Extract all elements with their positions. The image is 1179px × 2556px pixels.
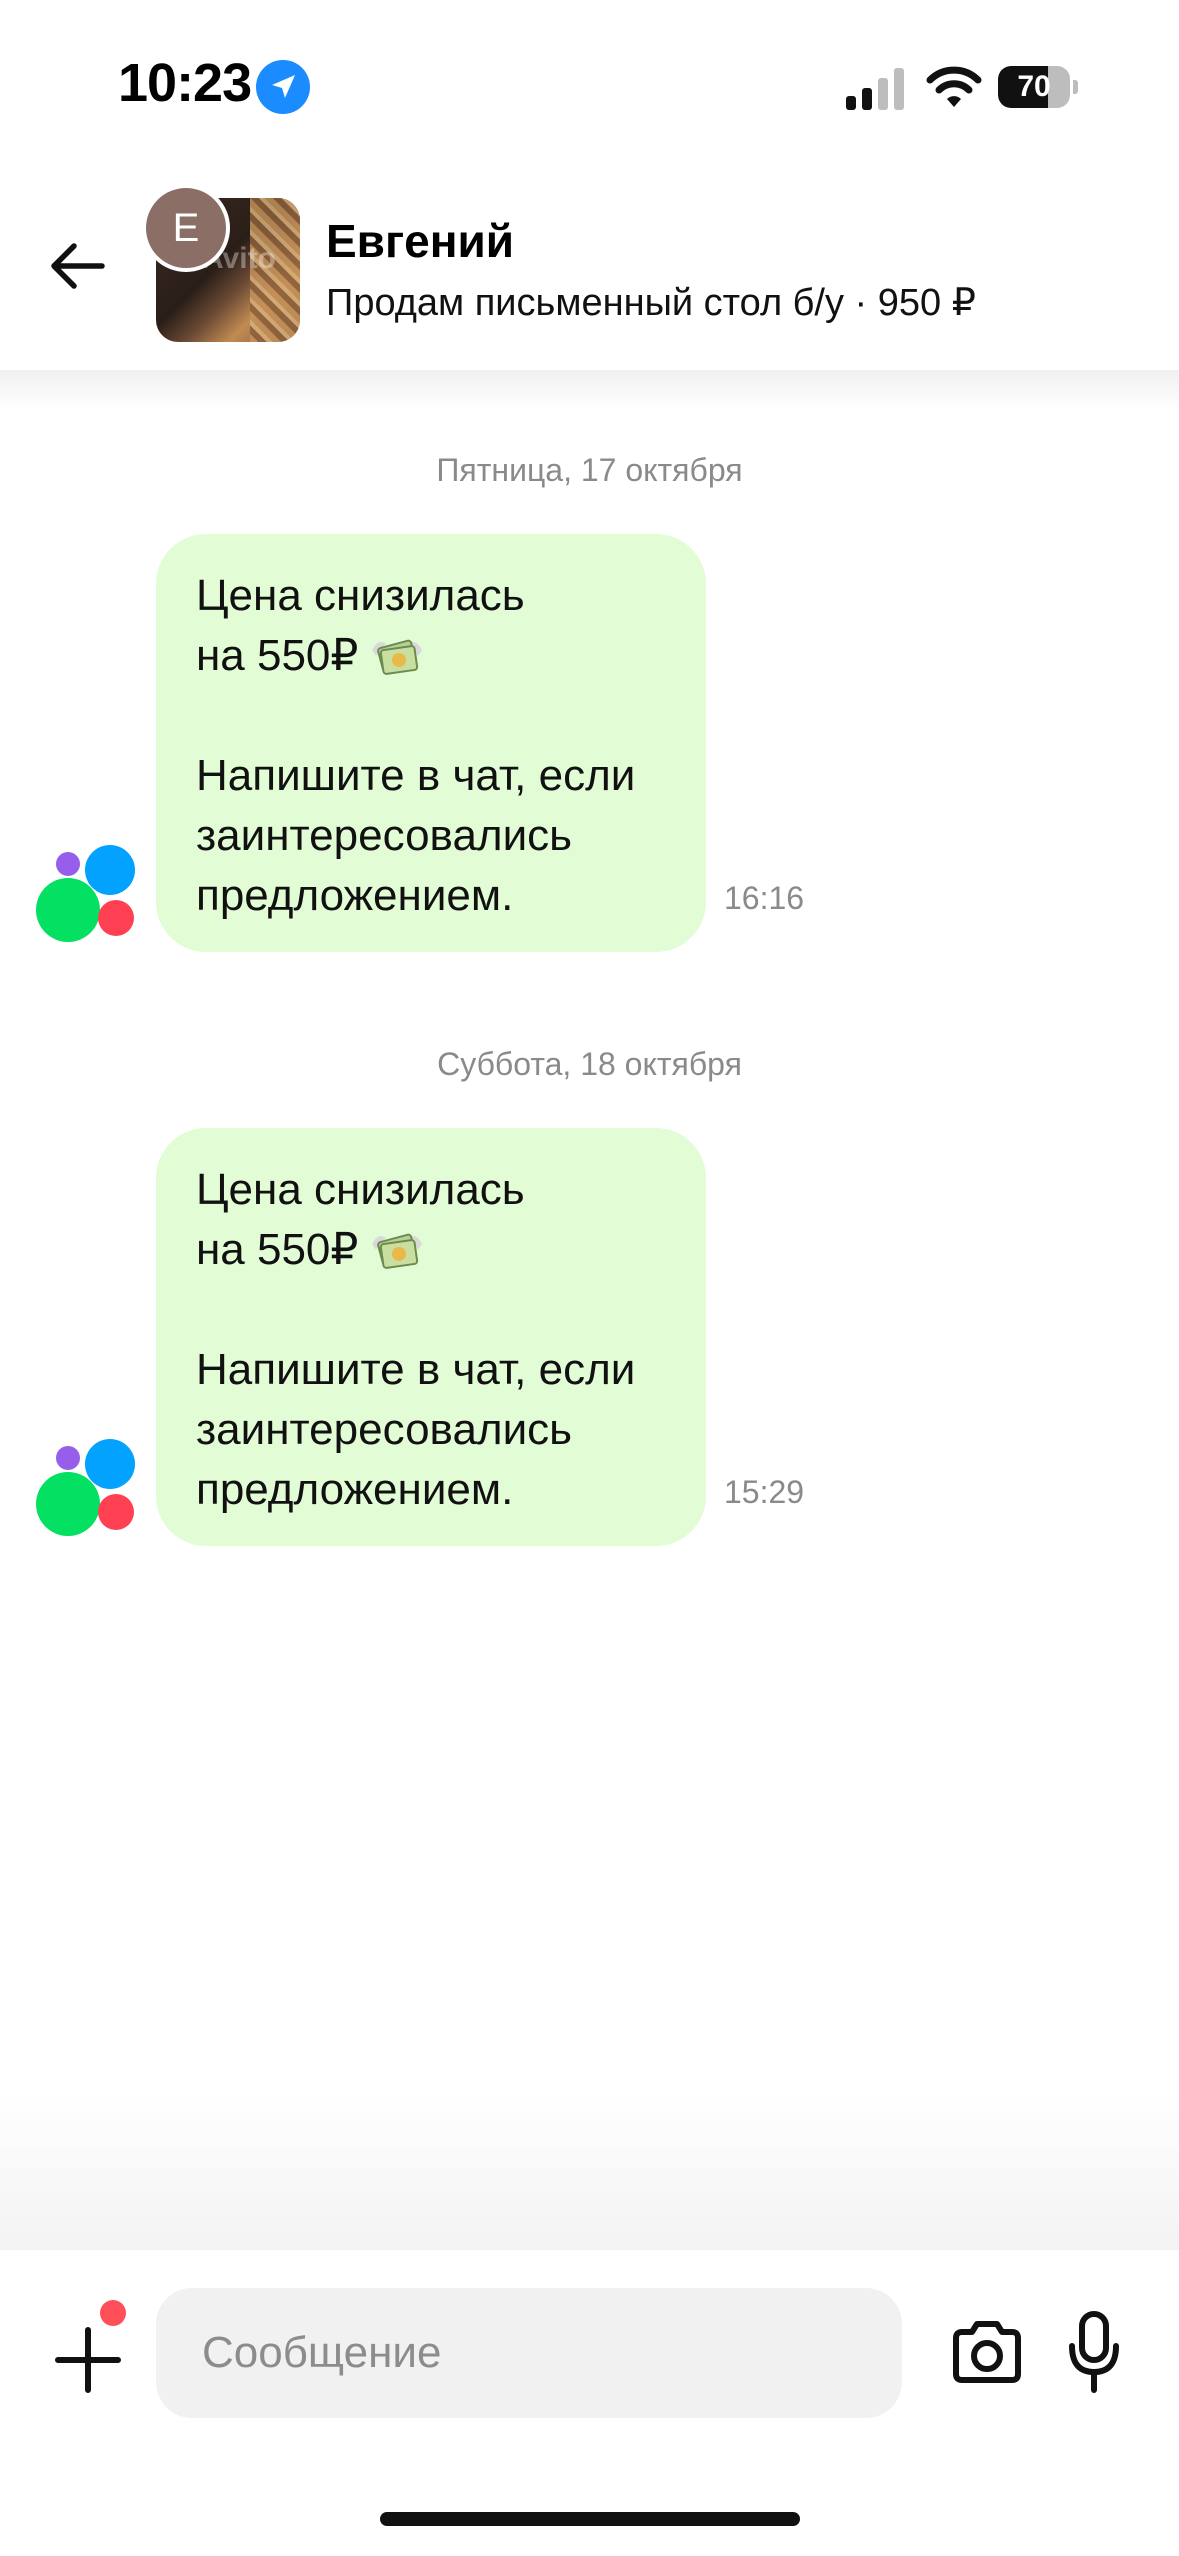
message-line: Напишите в чат, если (196, 751, 636, 800)
message-line: Напишите в чат, если (196, 1345, 636, 1394)
avito-logo-icon (36, 845, 135, 942)
message-line: предложением. (196, 1465, 514, 1514)
attach-plus-button[interactable] (48, 2320, 128, 2400)
message-bubble[interactable]: Цена снизилась на 550₽ Напишите в чат, е… (156, 1128, 706, 1546)
listing-title-price[interactable]: Продам письменный стол б/у · 950 ₽ (326, 280, 976, 325)
message-time: 16:16 (724, 880, 805, 916)
cellular-signal-icon (846, 68, 904, 110)
message-input[interactable] (156, 2288, 902, 2418)
money-with-wings-icon (372, 639, 423, 675)
back-arrow-icon[interactable] (46, 234, 110, 298)
notification-dot (100, 2300, 126, 2326)
header-shadow (0, 370, 1179, 410)
message-line: заинтересовались (196, 1405, 573, 1454)
message-line: Цена снизилась (196, 1165, 525, 1214)
battery-indicator: 70 (998, 66, 1078, 108)
message-line: Цена снизилась (196, 571, 525, 620)
message-bubble[interactable]: Цена снизилась на 550₽ Напишите в чат, е… (156, 534, 706, 952)
money-with-wings-icon (372, 1233, 423, 1269)
date-separator: Пятница, 17 октября (436, 452, 743, 488)
battery-level: 70 (1017, 70, 1051, 103)
message-line: предложением. (196, 871, 514, 920)
microphone-icon[interactable] (1064, 2308, 1124, 2398)
chat-header: Avito Е Евгений Продам письменный стол б… (0, 170, 1179, 370)
message-line: заинтересовались (196, 811, 573, 860)
date-separator: Суббота, 18 октября (437, 1046, 742, 1082)
message-composer (0, 2250, 1179, 2556)
avito-logo-icon (36, 1439, 135, 1536)
message-line: на 550₽ (196, 631, 359, 680)
composer-shadow (0, 2090, 1179, 2250)
message-line: на 550₽ (196, 1225, 359, 1274)
camera-icon[interactable] (946, 2312, 1028, 2394)
seller-avatar[interactable]: Е (142, 184, 230, 272)
message-time: 15:29 (724, 1474, 805, 1510)
wifi-icon (926, 66, 982, 107)
seller-name[interactable]: Евгений (326, 214, 514, 268)
status-time: 10:23 (118, 53, 252, 113)
status-bar: 10:23 70 (0, 0, 1179, 170)
location-arrow-icon (256, 60, 310, 114)
home-indicator (380, 2512, 800, 2526)
